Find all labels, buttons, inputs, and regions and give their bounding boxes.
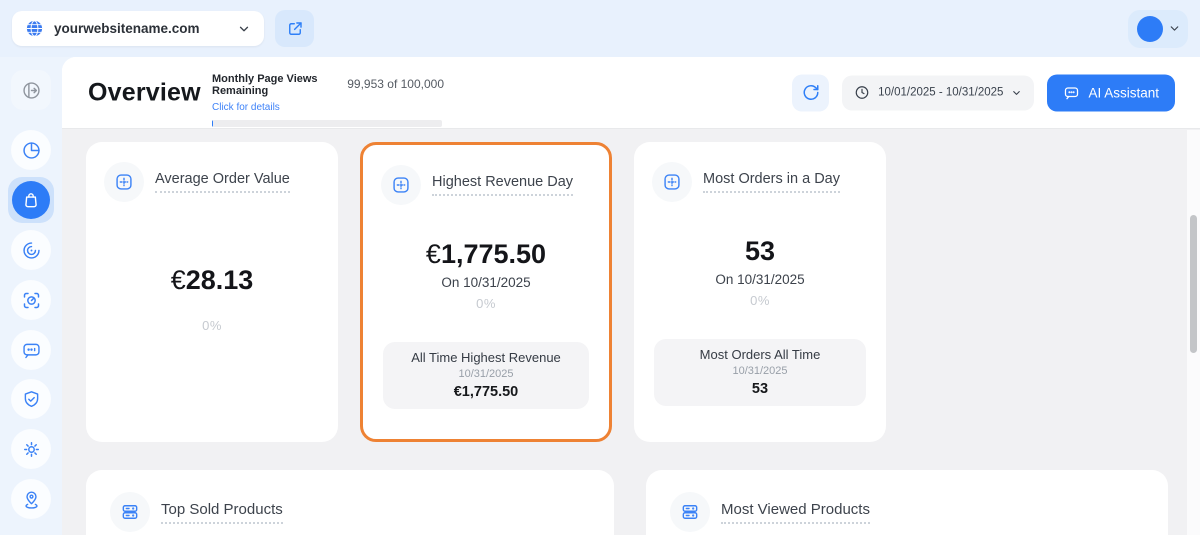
chevron-down-icon [237, 22, 251, 36]
sidebar-item-tracking[interactable] [11, 280, 51, 320]
page-views-progress-fill [212, 120, 213, 127]
page-views-block: Monthly Page Views Remaining 99,953 of 1… [212, 73, 444, 127]
stat-date: On 10/31/2025 [381, 275, 591, 290]
pie-chart-icon [21, 140, 42, 161]
all-time-box: Most Orders All Time 10/31/2025 53 [654, 339, 866, 406]
gear-icon [21, 439, 42, 460]
open-site-button[interactable] [275, 10, 314, 47]
site-name: yourwebsitename.com [54, 21, 200, 36]
all-time-label: Most Orders All Time [662, 347, 858, 362]
stat-change: 0% [652, 293, 868, 308]
app-root: yourwebsitename.com [0, 0, 1200, 535]
stat-value: €28.13 [104, 265, 320, 296]
page-views-details-link[interactable]: Click for details [212, 102, 280, 113]
shopping-bag-icon [12, 181, 50, 219]
server-list-icon [670, 492, 710, 532]
scrollbar-thumb[interactable] [1190, 215, 1197, 353]
shield-check-icon [21, 389, 42, 410]
content-area: Average Order Value €28.13 0% [62, 129, 1200, 535]
all-time-label: All Time Highest Revenue [391, 350, 581, 365]
chat-bubble-icon [1063, 84, 1080, 101]
refresh-icon [802, 84, 820, 102]
sidebar-item-orders[interactable] [8, 177, 54, 223]
stat-card-title[interactable]: Highest Revenue Day [432, 174, 573, 196]
card-most-viewed-products: Most Viewed Products [646, 470, 1168, 535]
location-pin-icon [21, 489, 42, 510]
stat-metric-icon [381, 165, 421, 205]
chevron-down-icon [1011, 87, 1022, 98]
all-time-date: 10/31/2025 [391, 368, 581, 380]
card-title[interactable]: Top Sold Products [161, 501, 283, 524]
account-menu[interactable] [1128, 10, 1188, 48]
scan-target-icon [21, 290, 42, 311]
external-link-icon [286, 20, 304, 38]
sidebar-item-location[interactable] [11, 479, 51, 519]
refresh-button[interactable] [792, 74, 829, 111]
stat-card-title[interactable]: Average Order Value [155, 171, 290, 193]
all-time-date: 10/31/2025 [662, 365, 858, 377]
sidebar-item-settings[interactable] [11, 429, 51, 469]
scrollbar [1187, 130, 1200, 535]
stat-value: €1,775.50 [381, 239, 591, 270]
sidebar-item-dashboard[interactable] [11, 130, 51, 170]
sidebar-item-chat[interactable] [11, 330, 51, 370]
date-range-picker[interactable]: 10/01/2025 - 10/31/2025 [842, 75, 1034, 110]
all-time-value: 53 [662, 381, 858, 397]
main-panel: Overview Monthly Page Views Remaining 99… [62, 57, 1200, 535]
page-views-count: 99,953 of 100,000 [347, 77, 444, 91]
sidebar [0, 57, 62, 535]
page-views-progress [212, 120, 442, 127]
sidebar-item-security[interactable] [11, 379, 51, 419]
page-header: Overview Monthly Page Views Remaining 99… [62, 57, 1200, 129]
stat-card-average-order-value: Average Order Value €28.13 0% [86, 142, 338, 442]
header-actions: 10/01/2025 - 10/31/2025 AI Assistant [792, 74, 1175, 111]
radar-arcs-icon [21, 240, 42, 261]
stat-metric-icon [104, 162, 144, 202]
page-title: Overview [88, 78, 201, 107]
date-range-value: 10/01/2025 - 10/31/2025 [878, 87, 1003, 99]
stat-metric-icon [652, 162, 692, 202]
sidebar-item-toggle[interactable] [11, 70, 51, 110]
chat-bubble-icon [21, 340, 42, 361]
sidebar-toggle-icon [21, 80, 42, 101]
stat-card-most-orders-in-a-day: Most Orders in a Day 53 On 10/31/2025 0%… [634, 142, 886, 442]
server-list-icon [110, 492, 150, 532]
topbar: yourwebsitename.com [0, 0, 1200, 57]
card-top-sold-products: Top Sold Products [86, 470, 614, 535]
stat-change: 0% [104, 318, 320, 333]
stat-date: On 10/31/2025 [652, 272, 868, 287]
stat-value: 53 [652, 236, 868, 267]
all-time-box: All Time Highest Revenue 10/31/2025 €1,7… [383, 342, 589, 409]
avatar [1137, 16, 1163, 42]
site-selector[interactable]: yourwebsitename.com [12, 11, 264, 46]
stat-card-highest-revenue-day: Highest Revenue Day €1,775.50 On 10/31/2… [360, 142, 612, 442]
all-time-value: €1,775.50 [391, 384, 581, 400]
card-title[interactable]: Most Viewed Products [721, 501, 870, 524]
sidebar-item-analytics[interactable] [11, 230, 51, 270]
stat-card-title[interactable]: Most Orders in a Day [703, 171, 840, 193]
clock-icon [854, 85, 870, 101]
ai-assistant-label: AI Assistant [1088, 85, 1159, 100]
stat-change: 0% [381, 296, 591, 311]
chevron-down-icon [1168, 22, 1181, 35]
page-views-label: Monthly Page Views Remaining [212, 73, 340, 97]
ai-assistant-button[interactable]: AI Assistant [1047, 74, 1175, 111]
globe-icon [25, 19, 44, 38]
